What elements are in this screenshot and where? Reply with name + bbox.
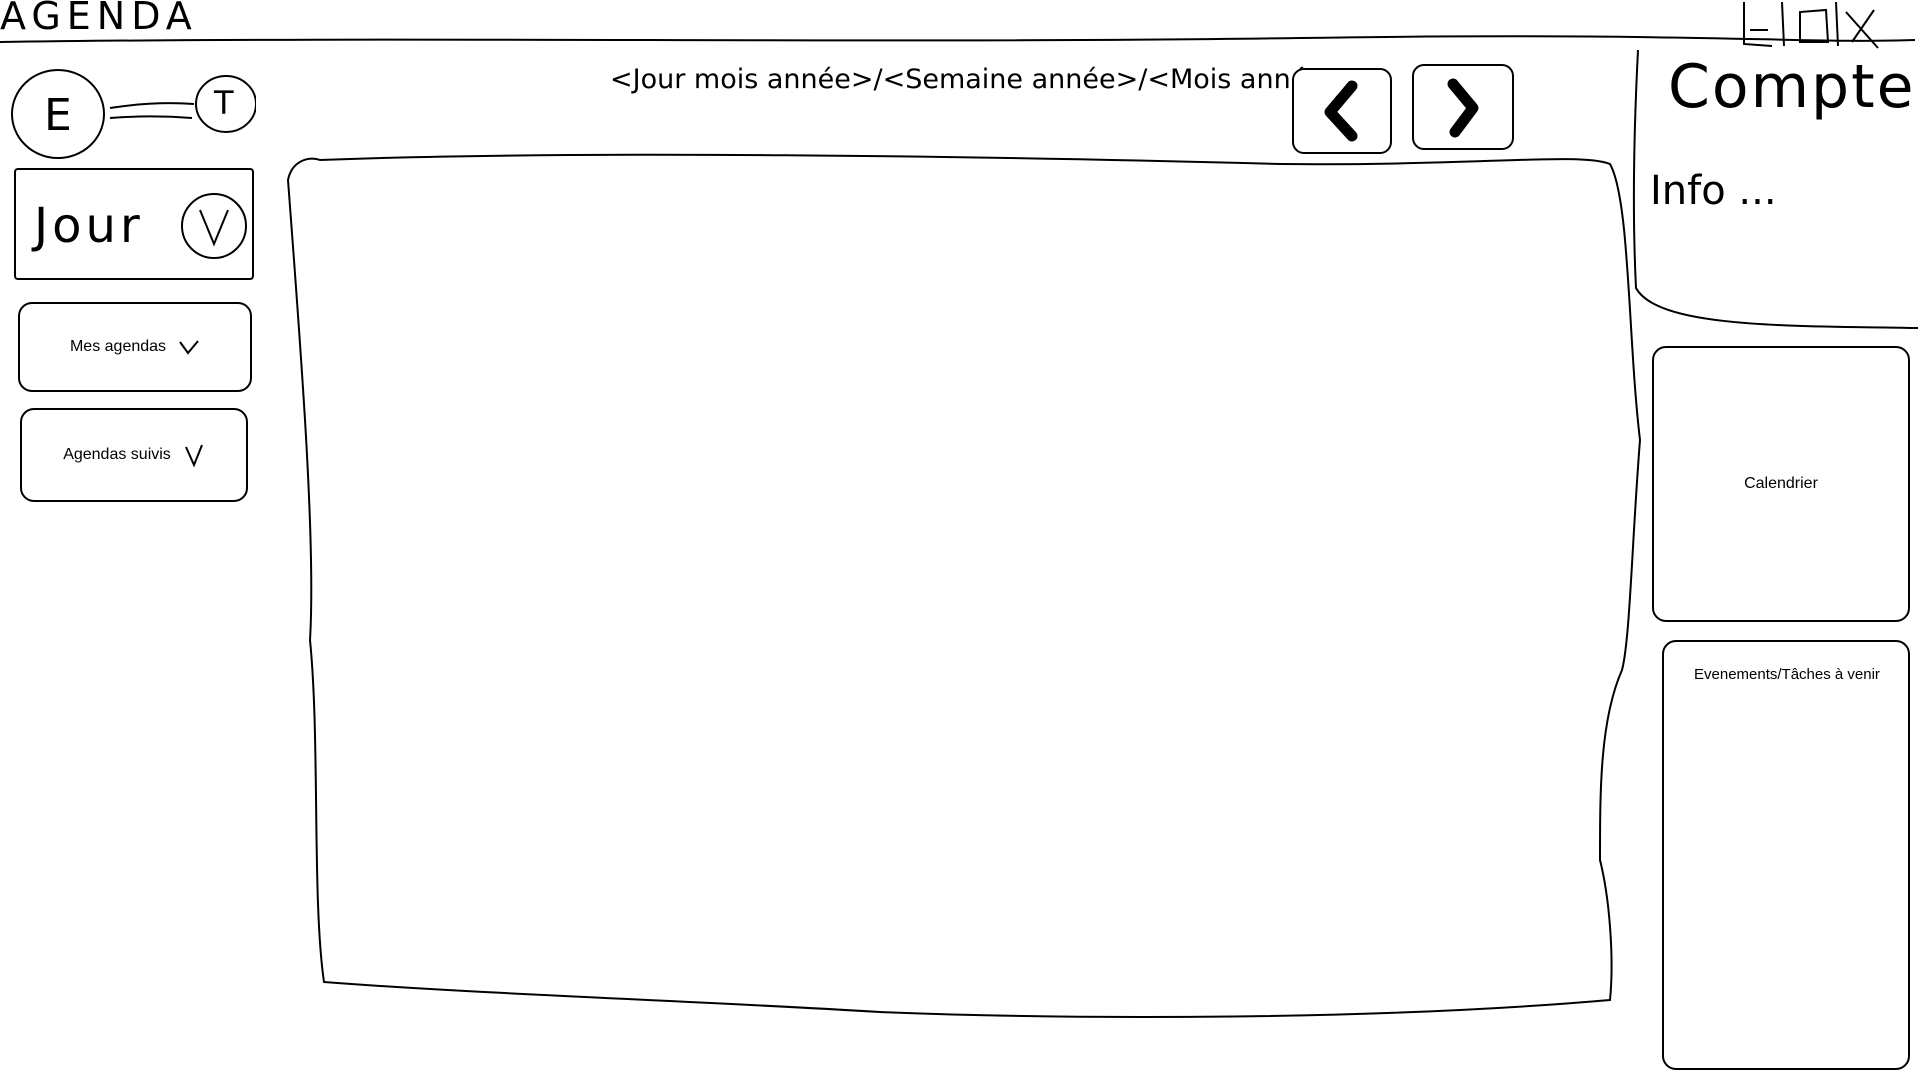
account-title[interactable]: Compte [1668, 52, 1916, 122]
mini-calendar[interactable]: Calendrier [1652, 346, 1910, 622]
my-calendars-select[interactable]: Mes agendas [18, 302, 252, 392]
toggle-left-label: E [44, 90, 72, 141]
chevron-left-icon [1324, 80, 1358, 142]
window-controls [1738, 0, 1918, 50]
view-select[interactable]: Jour [14, 168, 254, 280]
close-icon[interactable] [1838, 0, 1898, 50]
calendar-main-area[interactable] [280, 140, 1650, 1020]
chevron-down-icon [179, 340, 199, 355]
followed-calendars-select[interactable]: Agendas suivis [20, 408, 248, 502]
view-select-value: Jour [34, 198, 144, 254]
upcoming-panel[interactable]: Evenements/Tâches à venir [1662, 640, 1910, 1070]
chevron-right-icon [1447, 78, 1479, 138]
mini-calendar-label: Calendrier [1744, 475, 1818, 492]
et-toggle[interactable]: E T [6, 62, 256, 162]
chevron-down-icon [184, 444, 203, 467]
my-calendars-label: Mes agendas [69, 338, 167, 355]
chevron-down-icon [181, 193, 247, 259]
toggle-right-label: T [214, 84, 234, 122]
next-button[interactable] [1412, 64, 1514, 150]
date-label: <Jour mois année>/<Semaine année>/<Mois … [610, 64, 1347, 95]
account-info: Info ... [1650, 168, 1777, 214]
maximize-icon[interactable] [1778, 0, 1840, 50]
minimize-icon[interactable] [1738, 0, 1778, 50]
followed-calendars-label: Agendas suivis [63, 446, 171, 463]
upcoming-title: Evenements/Tâches à venir [1694, 666, 1880, 683]
